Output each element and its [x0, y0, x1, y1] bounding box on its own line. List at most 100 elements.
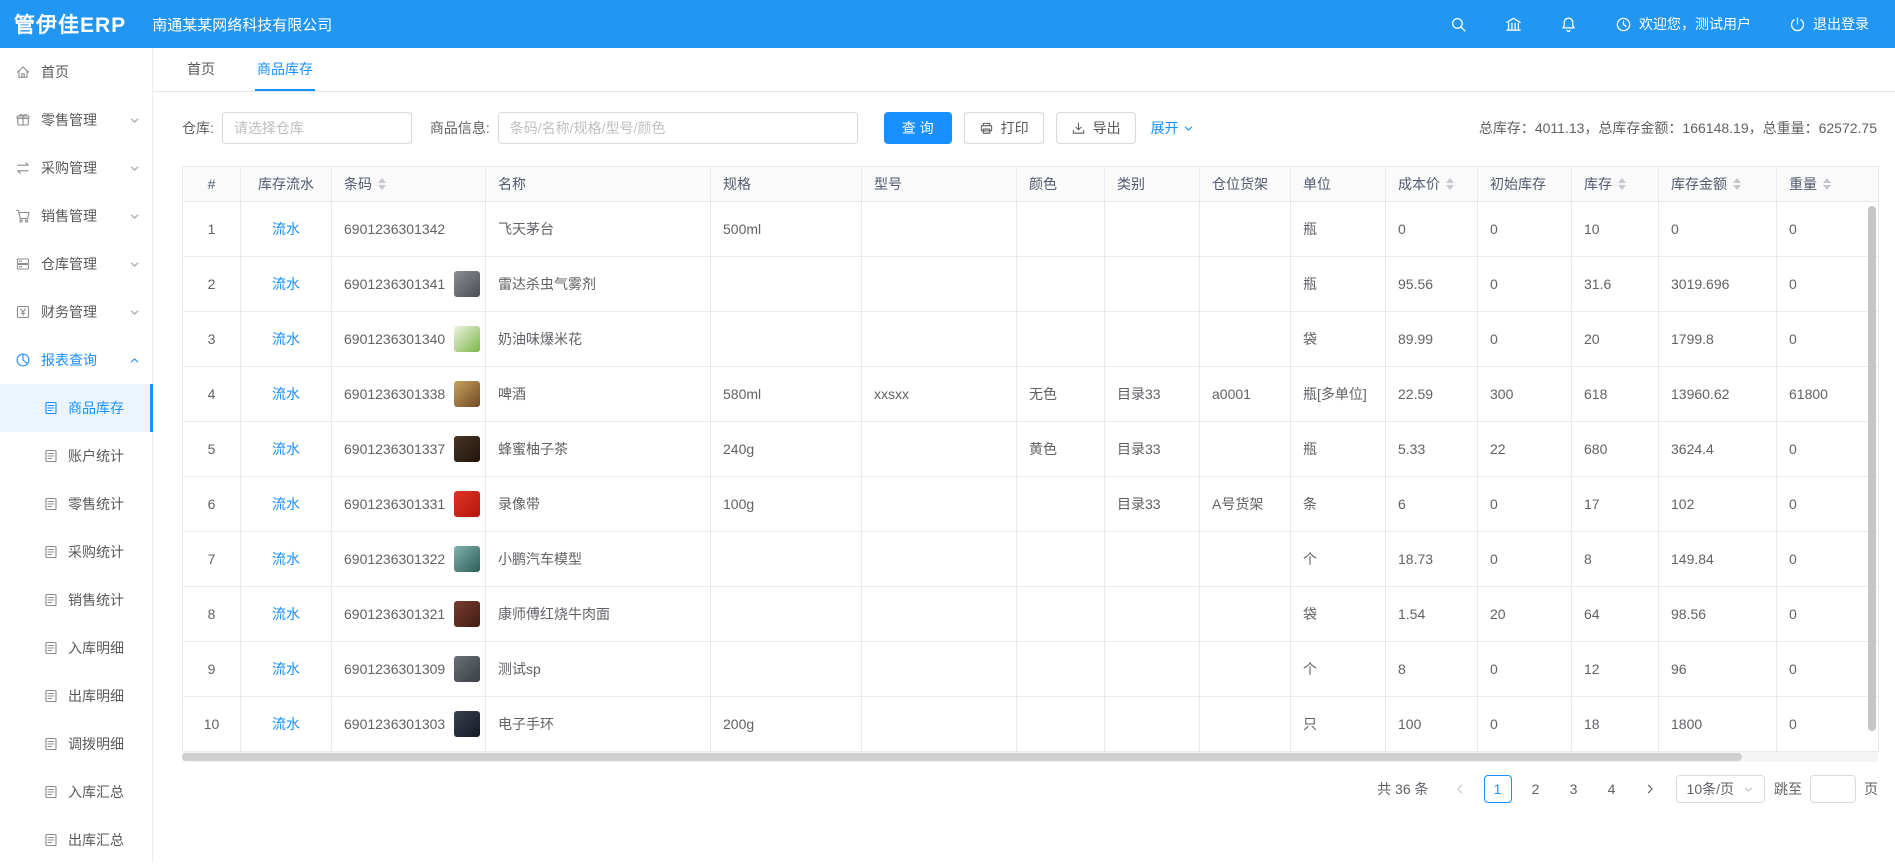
- chevron-down-icon: [129, 115, 140, 126]
- cell-color: [1017, 642, 1105, 697]
- sidebar-subitem-inbound-summary[interactable]: 入库汇总: [0, 768, 152, 816]
- page-size-select[interactable]: 10条/页: [1676, 775, 1765, 803]
- submenu-label: 调拨明细: [68, 734, 124, 754]
- tab-home[interactable]: 首页: [185, 48, 217, 91]
- cell-initial: 300: [1478, 367, 1572, 422]
- export-button[interactable]: 导出: [1056, 112, 1136, 144]
- sidebar-item-warehouse[interactable]: 仓库管理: [0, 240, 152, 288]
- cell-index: 8: [183, 587, 241, 642]
- sidebar-subitem-outbound-summary[interactable]: 出库汇总: [0, 816, 152, 864]
- col-cost[interactable]: 成本价: [1386, 167, 1478, 202]
- flow-link[interactable]: 流水: [272, 441, 300, 457]
- product-image[interactable]: [454, 546, 480, 572]
- sidebar-subitem-inbound-detail[interactable]: 入库明细: [0, 624, 152, 672]
- warehouse-select[interactable]: [222, 112, 412, 144]
- flow-link[interactable]: 流水: [272, 661, 300, 677]
- product-image[interactable]: [454, 711, 480, 737]
- page-1[interactable]: 1: [1484, 775, 1512, 803]
- sidebar-subitem-goods-stock[interactable]: 商品库存: [0, 384, 152, 432]
- flow-link[interactable]: 流水: [272, 606, 300, 622]
- jump-label: 跳至: [1774, 779, 1802, 799]
- sidebar-item-purchase[interactable]: 采购管理: [0, 144, 152, 192]
- sort-icon[interactable]: [1733, 178, 1741, 190]
- col-stock[interactable]: 库存: [1572, 167, 1659, 202]
- sort-icon[interactable]: [1823, 178, 1831, 190]
- cell-amount: 0: [1659, 202, 1777, 257]
- sidebar-item-home[interactable]: 首页: [0, 48, 152, 96]
- flow-link[interactable]: 流水: [272, 496, 300, 512]
- vertical-scrollbar[interactable]: [1868, 206, 1876, 731]
- sidebar-item-finance[interactable]: 财务管理: [0, 288, 152, 336]
- list-icon: [43, 784, 59, 800]
- product-info-input[interactable]: [498, 112, 858, 144]
- cell-spec: 200g: [711, 697, 862, 752]
- col-amount[interactable]: 库存金额: [1659, 167, 1777, 202]
- cell-barcode: 6901236301322: [332, 532, 486, 587]
- cell-initial: 0: [1478, 642, 1572, 697]
- tab-goods-stock[interactable]: 商品库存: [255, 48, 315, 91]
- cell-model: [862, 587, 1017, 642]
- sort-icon[interactable]: [1618, 178, 1626, 190]
- product-image[interactable]: [454, 436, 480, 462]
- product-image[interactable]: [454, 491, 480, 517]
- search-icon[interactable]: [1450, 16, 1467, 33]
- page-3[interactable]: 3: [1560, 775, 1588, 803]
- product-image[interactable]: [454, 656, 480, 682]
- cell-cost: 8: [1386, 642, 1478, 697]
- list-icon: [43, 400, 59, 416]
- flow-link[interactable]: 流水: [272, 221, 300, 237]
- cell-name: 雷达杀虫气雾剂: [486, 257, 711, 312]
- jump-page-input[interactable]: [1810, 775, 1856, 803]
- next-page-button[interactable]: [1636, 775, 1664, 803]
- sidebar-item-retail[interactable]: 零售管理: [0, 96, 152, 144]
- sidebar-item-report[interactable]: 报表查询: [0, 336, 152, 384]
- sidebar-item-sales[interactable]: 销售管理: [0, 192, 152, 240]
- cell-initial: 0: [1478, 697, 1572, 752]
- product-image[interactable]: [454, 271, 480, 297]
- cell-barcode: 6901236301331: [332, 477, 486, 532]
- cell-name: 奶油味爆米花: [486, 312, 711, 367]
- logout-button[interactable]: 退出登录: [1789, 14, 1869, 34]
- store-icon[interactable]: [1505, 16, 1522, 33]
- prev-page-button[interactable]: [1446, 775, 1474, 803]
- flow-link[interactable]: 流水: [272, 331, 300, 347]
- horizontal-scrollbar[interactable]: [182, 753, 1742, 761]
- finance-icon: [15, 304, 31, 320]
- col-barcode[interactable]: 条码: [332, 167, 486, 202]
- flow-link[interactable]: 流水: [272, 276, 300, 292]
- flow-link[interactable]: 流水: [272, 716, 300, 732]
- col-weight[interactable]: 重量: [1777, 167, 1879, 202]
- page-2[interactable]: 2: [1522, 775, 1550, 803]
- sidebar-subitem-sales-stats[interactable]: 销售统计: [0, 576, 152, 624]
- product-image[interactable]: [454, 326, 480, 352]
- flow-link[interactable]: 流水: [272, 386, 300, 402]
- table-row: 7流水6901236301322小鹏汽车模型个18.7308149.840: [183, 532, 1879, 587]
- product-image[interactable]: [454, 601, 480, 627]
- cell-model: [862, 642, 1017, 697]
- cell-spec: [711, 257, 862, 312]
- list-icon: [43, 832, 59, 848]
- cell-spec: [711, 642, 862, 697]
- cell-stock: 8: [1572, 532, 1659, 587]
- flow-link[interactable]: 流水: [272, 551, 300, 567]
- print-button[interactable]: 打印: [964, 112, 1044, 144]
- page-4[interactable]: 4: [1598, 775, 1626, 803]
- cell-spec: 500ml: [711, 202, 862, 257]
- sidebar-subitem-purchase-stats[interactable]: 采购统计: [0, 528, 152, 576]
- search-button[interactable]: 查 询: [884, 112, 952, 144]
- cell-weight: 0: [1777, 587, 1879, 642]
- bell-icon[interactable]: [1560, 16, 1577, 33]
- welcome-text: 欢迎您，测试用户: [1639, 14, 1751, 34]
- cell-unit: 瓶: [1291, 202, 1386, 257]
- sidebar-subitem-retail-stats[interactable]: 零售统计: [0, 480, 152, 528]
- table-row: 3流水6901236301340奶油味爆米花袋89.990201799.80: [183, 312, 1879, 367]
- sidebar-subitem-transfer-detail[interactable]: 调拨明细: [0, 720, 152, 768]
- sort-icon[interactable]: [1446, 178, 1454, 190]
- sidebar-subitem-account-stats[interactable]: 账户统计: [0, 432, 152, 480]
- cell-stock: 18: [1572, 697, 1659, 752]
- user-welcome[interactable]: 欢迎您，测试用户: [1615, 14, 1751, 34]
- sidebar-subitem-outbound-detail[interactable]: 出库明细: [0, 672, 152, 720]
- product-image[interactable]: [454, 381, 480, 407]
- sort-icon[interactable]: [378, 178, 386, 190]
- expand-link[interactable]: 展开: [1151, 118, 1194, 138]
